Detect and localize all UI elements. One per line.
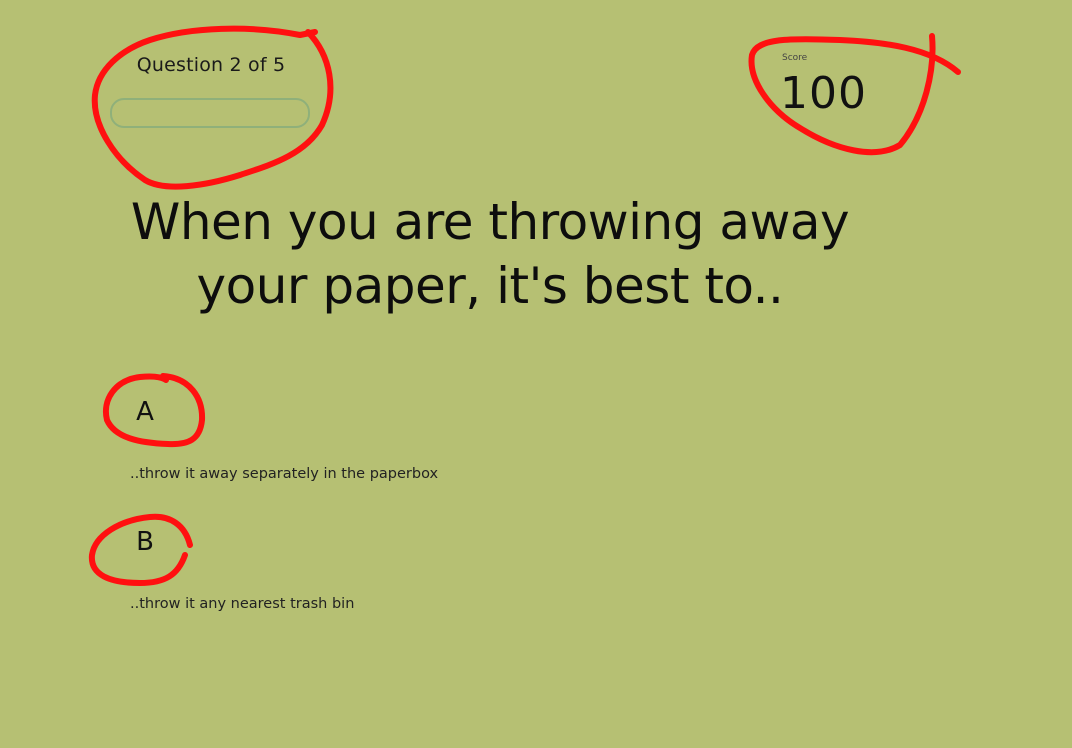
score-label: Score: [782, 53, 808, 63]
question-counter: Question 2 of 5: [136, 54, 286, 76]
question-progress: Question 2 of 5: [110, 50, 312, 128]
answer-letter-b[interactable]: B: [110, 522, 180, 562]
question-text: When you are throwing away your paper, i…: [130, 193, 850, 315]
answer-option-b[interactable]: B ..throw it any nearest trash bin: [110, 522, 530, 614]
score-value: 100: [780, 68, 867, 119]
answer-letter-a[interactable]: A: [110, 392, 180, 432]
score-panel: Score 100: [780, 52, 910, 120]
answer-option-a[interactable]: A ..throw it away separately in the pape…: [110, 392, 530, 484]
progress-bar: [110, 98, 310, 128]
answer-text-a[interactable]: ..throw it away separately in the paperb…: [130, 464, 530, 484]
answer-text-b[interactable]: ..throw it any nearest trash bin: [130, 594, 530, 614]
